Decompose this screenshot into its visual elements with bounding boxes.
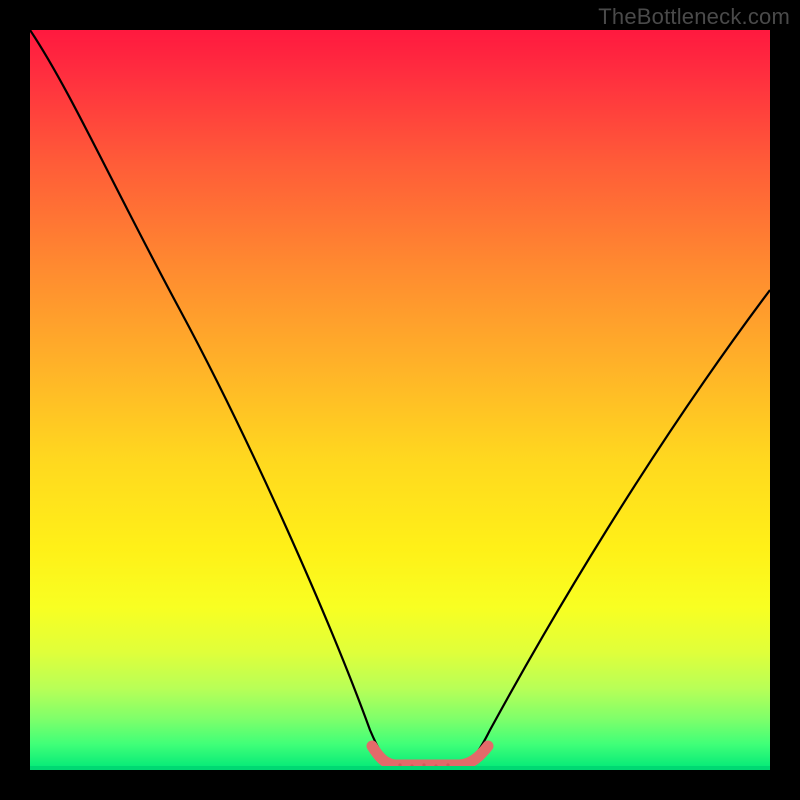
watermark-text: TheBottleneck.com [598,4,790,30]
trough-marker [372,746,488,765]
chart-frame: TheBottleneck.com [0,0,800,800]
curve-layer [30,30,770,770]
plot-area [30,30,770,770]
baseline-strip [30,766,770,770]
v-curve-line [30,30,770,767]
